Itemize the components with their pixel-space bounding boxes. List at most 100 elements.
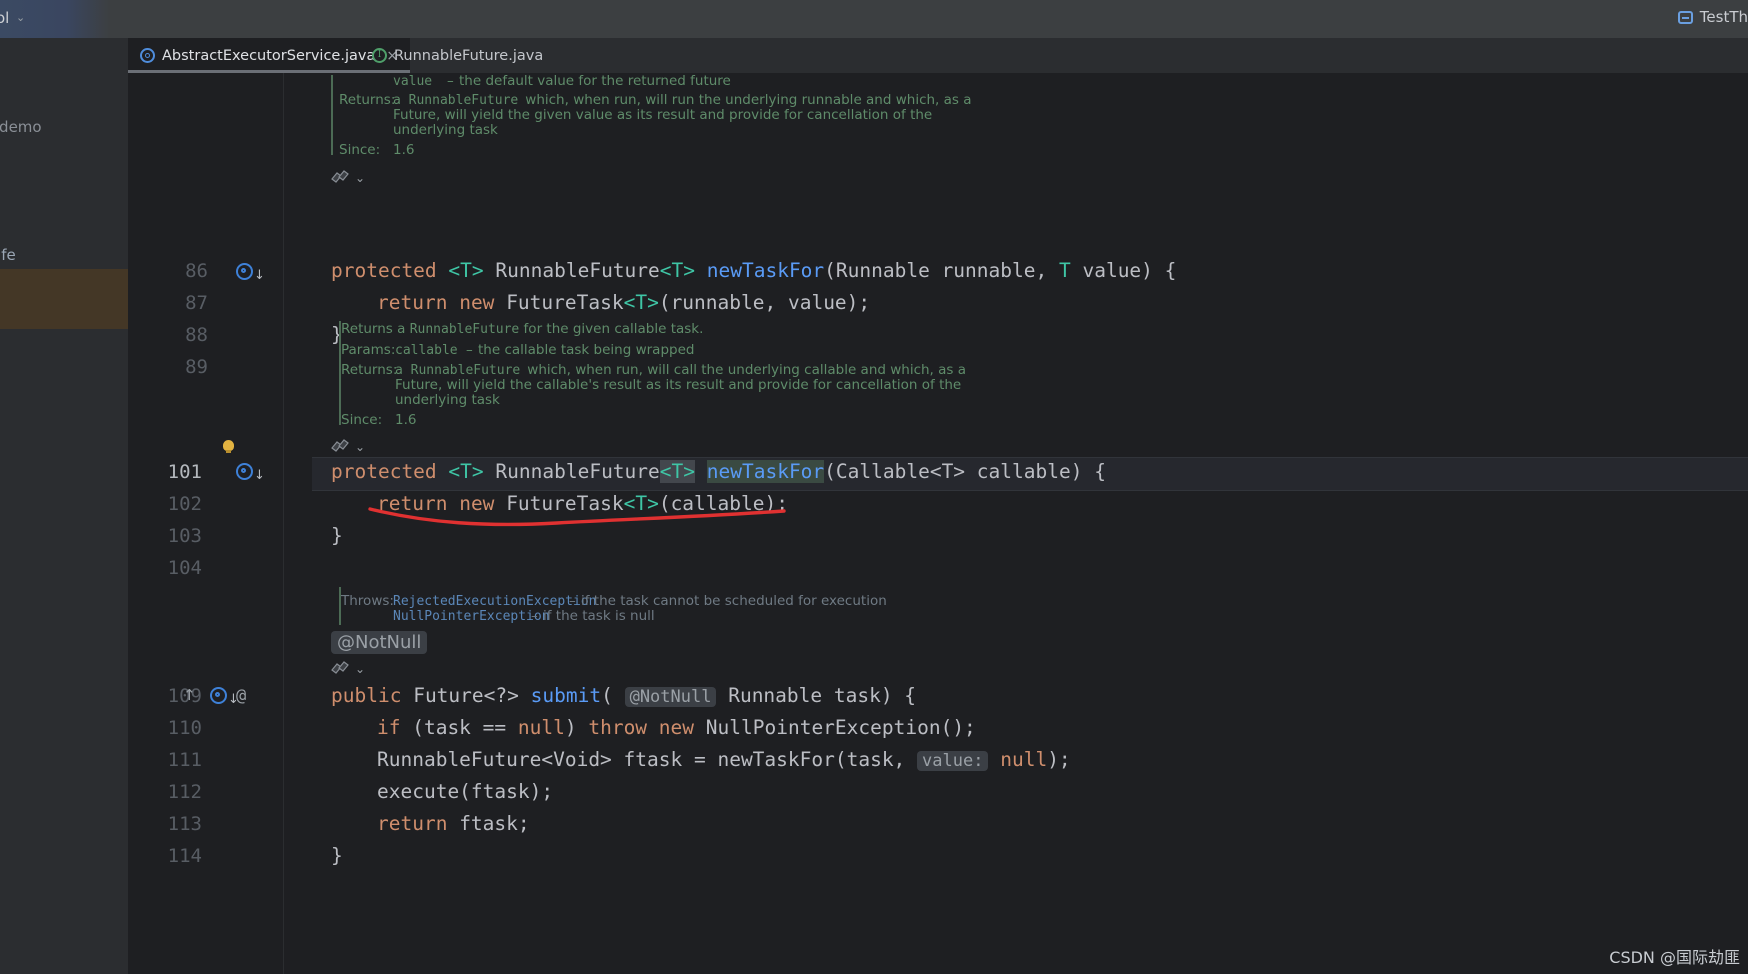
line-number: 113 (167, 813, 202, 835)
chevron-down-icon[interactable]: ⌄ (16, 11, 25, 24)
javadoc2-since-value: 1.6 (395, 412, 417, 428)
args-text: (runnable, value); (658, 291, 871, 314)
implemented-method-icon[interactable] (236, 263, 253, 280)
javadoc3-exception-1[interactable]: RejectedExecutionException (393, 594, 597, 609)
generic-param-t: T (1058, 259, 1071, 282)
project-name-label[interactable]: ol (0, 9, 9, 27)
javadoc-fold-widget[interactable]: ⌄ (331, 661, 365, 676)
chevron-down-icon[interactable]: ⌄ (355, 663, 365, 675)
assignment-text: RunnableFuture<Void> ftask = newTaskFor(… (377, 748, 918, 771)
project-path-fragment[interactable]: \demo (0, 118, 42, 136)
tab-runnablefuture[interactable]: RunnableFuture.java (360, 38, 555, 73)
kw-throw: throw (588, 716, 648, 739)
paren-close: ) (564, 716, 589, 739)
value-param-inlay-hint: value: (917, 751, 989, 771)
javadoc-fold-icon (331, 439, 350, 454)
type-future-wildcard: Future<?> (413, 684, 519, 707)
type-runnablefuture: RunnableFuture (495, 460, 660, 483)
kw-new: new (459, 492, 495, 515)
project-tool-window[interactable]: \demo afe (0, 38, 128, 974)
javadoc-accent-bar (331, 75, 333, 155)
javadoc-fold-icon (331, 170, 350, 185)
kw-null: null (517, 716, 565, 739)
generic-arg: <T> (659, 259, 696, 282)
line-tail: value) { (1070, 259, 1177, 282)
code-line-114[interactable]: } (331, 844, 343, 867)
code-line-103[interactable]: } (331, 524, 343, 547)
implemented-method-icon[interactable] (210, 687, 227, 704)
line-number: 88 (185, 324, 208, 346)
javadoc-fold-widget[interactable]: ⌄ (331, 170, 365, 185)
tab-label: RunnableFuture.java (394, 47, 544, 64)
code-line-101[interactable]: protected <T> RunnableFuture<T> newTaskF… (331, 460, 1106, 483)
javadoc2-summary-mono: RunnableFuture (409, 322, 520, 337)
run-config-name[interactable]: TestTh (1700, 8, 1748, 26)
type-futuretask: FutureTask (506, 291, 624, 314)
notnull-annotation-hint[interactable]: @NotNull (331, 631, 428, 654)
code-line-102[interactable]: return new FutureTask<T>(callable); (377, 492, 788, 515)
javadoc-fold-widget[interactable]: ⌄ (331, 439, 365, 454)
chevron-down-icon[interactable]: ⌄ (355, 441, 365, 453)
kw-public: public (331, 684, 402, 707)
intention-bulb-icon[interactable] (223, 440, 234, 453)
override-marker-icon[interactable]: ↑ (183, 686, 196, 704)
code-line-113[interactable]: return ftask; (377, 812, 530, 835)
line-number: 112 (167, 781, 202, 803)
line-number: 86 (185, 260, 208, 282)
javadoc1-since-label: Since: (339, 142, 381, 158)
condition-text: (task == (400, 716, 518, 739)
run-configuration-widget[interactable]: TestTh (1677, 8, 1748, 26)
generic-arg: <T> (623, 291, 659, 314)
line-number: 104 (167, 557, 202, 579)
project-item-fragment[interactable]: afe (0, 246, 16, 264)
line-tail: ); (1047, 748, 1071, 771)
kw-null: null (1000, 748, 1048, 771)
method-newtaskfor-highlighted: newTaskFor (706, 460, 825, 483)
code-line-110[interactable]: if (task == null) throw new NullPointerE… (377, 716, 976, 739)
line-tail: Runnable task) { (716, 684, 917, 707)
javadoc1-returns-l2: Future, will yield the given value as it… (393, 107, 933, 123)
kw-protected: protected (331, 460, 437, 483)
chevron-down-icon[interactable]: ⌄ (355, 172, 365, 184)
line-number: 103 (167, 525, 202, 547)
args-text: (callable); (658, 492, 788, 515)
line-number-current: 101 (167, 461, 202, 483)
code-line-111[interactable]: RunnableFuture<Void> ftask = newTaskFor(… (377, 748, 1071, 771)
javadoc-fold-icon (331, 661, 350, 676)
javadoc1-returns-mono: a RunnableFuture (393, 93, 519, 108)
javadoc1-returns-l1: which, when run, will run the underlying… (521, 92, 972, 108)
javadoc1-since-value: 1.6 (393, 142, 415, 158)
fold-column[interactable] (284, 73, 312, 974)
implemented-method-icon[interactable] (236, 463, 253, 480)
type-futuretask: FutureTask (506, 492, 624, 515)
run-config-icon (1677, 10, 1693, 24)
code-editor[interactable]: 86 87 88 89 101 102 103 104 109 110 111 … (128, 73, 1748, 974)
code-line-112[interactable]: execute(ftask); (377, 780, 553, 803)
javadoc3-exception-2[interactable]: NullPointerException (393, 609, 550, 624)
code-line-109[interactable]: public Future<?> submit( @NotNull Runnab… (331, 684, 916, 707)
java-interface-icon (372, 48, 387, 63)
javadoc1-param-desc: the default value for the returned futur… (459, 73, 731, 89)
javadoc2-since-label: Since: (341, 412, 383, 428)
line-number: 102 (167, 493, 202, 515)
code-line-86[interactable]: protected <T> RunnableFuture<T> newTaskF… (331, 259, 1176, 282)
method-newtaskfor: newTaskFor (706, 259, 825, 282)
generic-decl: <T> (448, 460, 484, 483)
kw-new: new (658, 716, 695, 739)
project-selected-row[interactable] (0, 269, 128, 329)
code-line-87[interactable]: return new FutureTask<T>(runnable, value… (377, 291, 870, 314)
annotation-marker-icon[interactable]: @ (236, 686, 246, 706)
type-runnablefuture: RunnableFuture (495, 259, 660, 282)
code-content[interactable]: value – the default value for the return… (331, 73, 1748, 974)
javadoc2-returns-l3: underlying task (395, 392, 500, 408)
notnull-inlay-hint: @NotNull (624, 687, 717, 707)
editor-tab-bar: AbstractExecutorService.java × RunnableF… (128, 38, 1748, 73)
javadoc3-exception-2-desc: if the task is null (543, 608, 655, 624)
javadoc2-param-dash: – (466, 342, 473, 358)
arrow-down-icon: ↓ (254, 268, 265, 283)
javadoc1-param-name: value (393, 74, 433, 89)
javadoc2-returns-label: Returns: (341, 362, 398, 378)
javadoc2-returns-l1: which, when run, will call the underlyin… (523, 362, 967, 378)
return-value: ftask; (447, 812, 530, 835)
editor-gutter[interactable]: 86 87 88 89 101 102 103 104 109 110 111 … (128, 73, 283, 974)
